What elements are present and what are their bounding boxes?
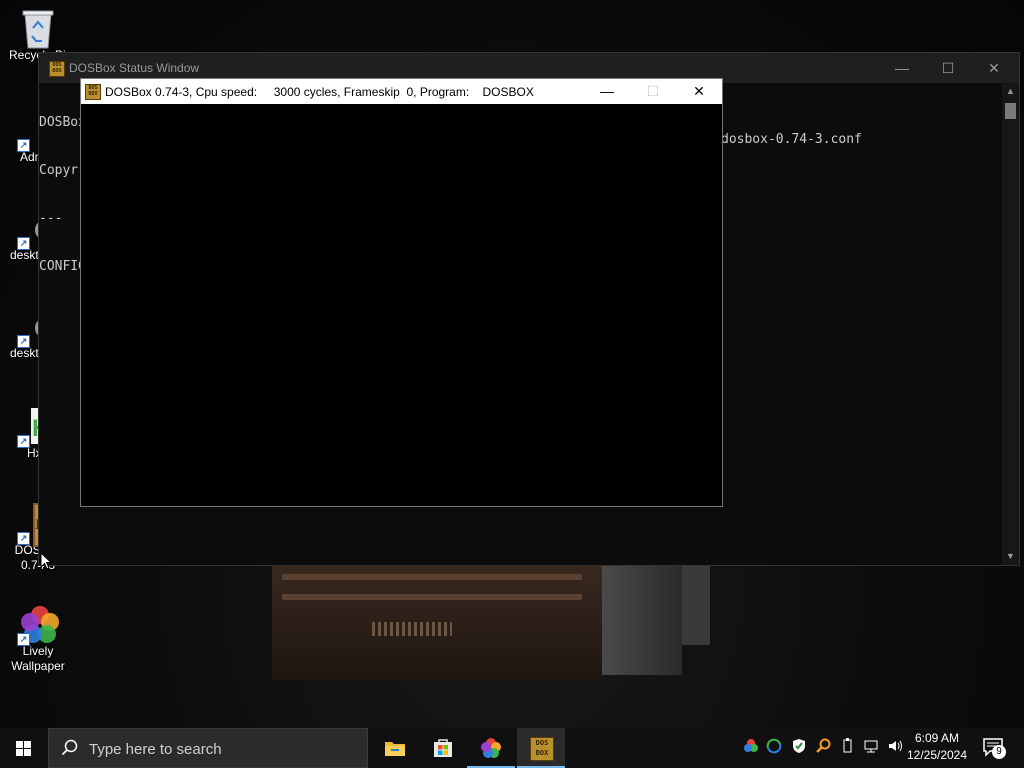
notification-center-button[interactable]: 9 xyxy=(978,736,1010,760)
lively-wallpaper-icon: ↗ xyxy=(17,604,59,646)
shortcut-arrow-icon: ↗ xyxy=(17,139,30,152)
dosbox-screen[interactable] xyxy=(81,104,722,506)
taskbar-search-box[interactable]: Type here to search xyxy=(48,728,368,768)
clock-time: 6:09 AM xyxy=(914,731,960,745)
shortcut-arrow-icon: ↗ xyxy=(17,435,30,448)
scroll-down-arrow-icon[interactable]: ▼ xyxy=(1002,548,1019,565)
status-scrollbar[interactable]: ▲ ▼ xyxy=(1002,83,1019,565)
taskbar-file-explorer[interactable] xyxy=(371,728,419,768)
tray-network-icon[interactable] xyxy=(862,738,880,756)
dosbox-icon: DOS BOX xyxy=(530,737,554,761)
search-icon xyxy=(61,739,78,756)
taskbar-dosbox[interactable]: DOS BOX xyxy=(517,728,565,768)
search-placeholder: Type here to search xyxy=(89,741,222,758)
shortcut-arrow-icon: ↗ xyxy=(17,335,30,348)
dosbox-minimize-button[interactable]: — xyxy=(584,79,630,104)
status-close-button[interactable]: ✕ xyxy=(971,53,1017,83)
taskbar-microsoft-store[interactable] xyxy=(419,728,467,768)
shortcut-arrow-icon: ↗ xyxy=(17,633,30,646)
dosbox-app-icon: DOS BOX xyxy=(49,61,65,77)
start-button[interactable] xyxy=(0,728,48,768)
status-minimize-button[interactable]: — xyxy=(879,53,925,83)
tray-usb-icon[interactable] xyxy=(838,738,856,756)
dosbox-window-title: DOSBox 0.74-3, Cpu speed: 3000 cycles, F… xyxy=(105,85,534,99)
file-explorer-icon xyxy=(385,742,405,756)
tray-search-tool-icon[interactable] xyxy=(814,738,832,756)
desktop-icon-label: Lively Wallpaper xyxy=(11,644,65,673)
clock-date: 12/25/2024 xyxy=(906,748,968,762)
wallpaper-machine xyxy=(272,560,712,685)
status-maximize-button[interactable]: ☐ xyxy=(925,53,971,83)
tray-color-icon[interactable] xyxy=(742,738,760,756)
shortcut-arrow-icon: ↗ xyxy=(17,532,30,545)
status-window-title: DOSBox Status Window xyxy=(69,61,200,75)
notification-count-badge: 9 xyxy=(992,745,1006,759)
dosbox-main-window[interactable]: DOS BOX DOSBox 0.74-3, Cpu speed: 3000 cy… xyxy=(80,78,723,507)
dosbox-app-icon: DOS BOX xyxy=(85,84,101,100)
tray-sync-icon[interactable] xyxy=(765,738,783,756)
dosbox-titlebar[interactable]: DOS BOX DOSBox 0.74-3, Cpu speed: 3000 cy… xyxy=(81,79,722,104)
tray-defender-icon[interactable] xyxy=(790,738,808,756)
mouse-cursor-icon xyxy=(40,552,52,570)
store-icon xyxy=(434,739,452,757)
taskbar-lively-wallpaper[interactable] xyxy=(467,728,515,768)
dosbox-close-button[interactable]: ✕ xyxy=(676,79,722,104)
console-config-path: dosbox-0.74-3.conf xyxy=(721,132,862,147)
dosbox-maximize-button[interactable]: ☐ xyxy=(630,79,676,104)
recycle-bin-icon xyxy=(19,8,57,49)
shortcut-arrow-icon: ↗ xyxy=(17,237,30,250)
scrollbar-thumb[interactable] xyxy=(1005,103,1016,119)
desktop-icon-lively-wallpaper[interactable]: ↗ Lively Wallpaper xyxy=(2,604,74,674)
lively-wallpaper-icon xyxy=(481,738,501,758)
taskbar: Type here to search DOS BOX 6:09 AM 12/25… xyxy=(0,728,1024,768)
taskbar-clock[interactable]: 6:09 AM 12/25/2024 xyxy=(905,730,969,764)
scroll-up-arrow-icon[interactable]: ▲ xyxy=(1002,83,1019,100)
windows-logo-icon xyxy=(16,741,32,757)
tray-volume-icon[interactable] xyxy=(886,738,904,756)
